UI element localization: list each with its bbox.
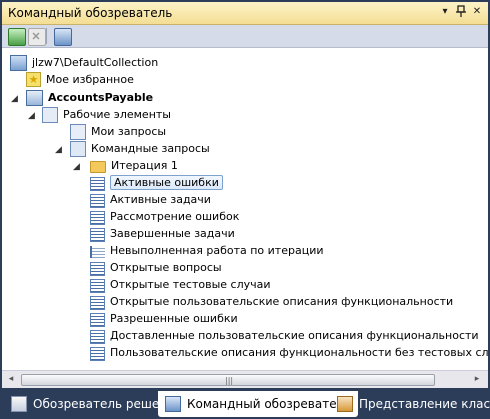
tree-node-query[interactable]: Открытые тестовые случаи xyxy=(90,276,271,293)
query-icon xyxy=(90,278,105,293)
class-view-icon xyxy=(337,396,353,412)
tree-node-query[interactable]: Рассмотрение ошибок xyxy=(90,208,239,225)
collapse-arrow-icon[interactable]: ◢ xyxy=(27,112,36,121)
tree-node-label: Невыполненная работа по итерации xyxy=(110,244,324,257)
tree-node-label: Итерация 1 xyxy=(111,159,178,172)
team-explorer-icon xyxy=(165,396,181,412)
server-icon xyxy=(10,54,27,71)
stop-icon[interactable] xyxy=(28,28,46,46)
collapse-arrow-icon[interactable]: ◢ xyxy=(54,146,63,155)
tree-node-query[interactable]: Активные ошибки xyxy=(90,174,223,191)
horizontal-scrollbar[interactable]: ◂ ||| ▸ xyxy=(2,370,488,388)
tree-node-team-queries[interactable]: Командные запросы xyxy=(70,140,210,157)
tree-node-label: Разрешенные ошибки xyxy=(110,312,238,325)
work-items-icon xyxy=(42,106,58,123)
tab-class-view[interactable]: Представление классов xyxy=(330,391,490,417)
scroll-left-arrow-icon[interactable]: ◂ xyxy=(6,374,16,384)
tree-node-my-queries[interactable]: Мои запросы xyxy=(70,123,166,140)
auto-hide-pin-icon[interactable] xyxy=(454,5,468,19)
tree-node-label: Доставленные пользовательские описания ф… xyxy=(110,329,479,342)
query-icon xyxy=(90,295,105,310)
tree-node-query[interactable]: Открытые вопросы xyxy=(90,259,222,276)
favorites-star-icon: ★ xyxy=(26,72,41,87)
query-icon xyxy=(90,210,105,225)
tree-node-label: AccountsPayable xyxy=(48,91,154,104)
scrollbar-grip-icon: ||| xyxy=(225,376,234,385)
scroll-right-arrow-icon[interactable]: ▸ xyxy=(472,374,482,384)
tree-node-iteration-folder[interactable]: Итерация 1 xyxy=(90,157,178,174)
tree-node-project[interactable]: AccountsPayable xyxy=(26,89,153,106)
close-icon[interactable]: ✕ xyxy=(470,5,484,19)
tree-node-label: Мое избранное xyxy=(46,73,134,86)
tree-node-work-items[interactable]: Рабочие элементы xyxy=(42,106,171,123)
tree-node-label: Мои запросы xyxy=(91,125,167,138)
tree-node-favorites[interactable]: ★ Мое избранное xyxy=(26,71,134,88)
tree-node-label: Командные запросы xyxy=(91,142,210,155)
query-icon xyxy=(90,227,105,242)
collapse-arrow-icon[interactable]: ◢ xyxy=(10,95,19,104)
tree-query-icon xyxy=(90,245,105,258)
query-icon xyxy=(90,346,105,361)
bottom-tab-strip: Обозреватель решений Командный обозреват… xyxy=(0,389,490,419)
query-icon xyxy=(90,261,105,276)
tab-label: Командный обозреватель xyxy=(187,397,352,411)
refresh-icon[interactable] xyxy=(8,28,26,46)
team-explorer-tree: jlzw7\DefaultCollection ★ Мое избранное … xyxy=(2,48,488,370)
scrollbar-thumb[interactable]: ||| xyxy=(21,374,435,386)
tab-team-explorer[interactable]: Командный обозреватель xyxy=(158,391,359,417)
window-title: Командный обозреватель xyxy=(8,6,173,20)
window-position-dropdown-icon[interactable]: ▾ xyxy=(438,5,452,19)
tree-node-query[interactable]: Доставленные пользовательские описания ф… xyxy=(90,327,479,344)
tree-node-label: jlzw7\DefaultCollection xyxy=(32,56,159,69)
tab-label: Представление классов xyxy=(359,397,490,411)
tree-node-label: Завершенные задачи xyxy=(110,227,235,240)
tree-node-label: Активные задачи xyxy=(110,193,211,206)
connect-to-team-project-icon[interactable] xyxy=(54,28,72,46)
toolbar-separator xyxy=(46,28,47,44)
tree-node-label: Рассмотрение ошибок xyxy=(110,210,240,223)
query-icon xyxy=(90,193,105,208)
tree-node-query[interactable]: Разрешенные ошибки xyxy=(90,310,238,327)
tree-node-label: Открытые тестовые случаи xyxy=(110,278,271,291)
query-icon xyxy=(90,312,105,327)
tree-node-query[interactable]: Пользовательские описания функциональнос… xyxy=(90,344,488,361)
toolbar xyxy=(2,25,488,48)
team-explorer-window: Командный обозреватель ▾ ✕ jlzw7\Default… xyxy=(0,0,490,419)
tree-node-query[interactable]: Невыполненная работа по итерации xyxy=(90,242,324,259)
team-queries-icon xyxy=(70,140,86,157)
tree-node-server[interactable]: jlzw7\DefaultCollection xyxy=(10,54,158,71)
tree-node-label-selected: Активные ошибки xyxy=(110,175,223,190)
solution-explorer-icon xyxy=(11,396,27,412)
tree-node-label: Открытые пользовательские описания функц… xyxy=(110,295,454,308)
title-bar: Командный обозреватель ▾ ✕ xyxy=(2,2,488,25)
my-queries-icon xyxy=(70,123,86,140)
tree-node-label: Рабочие элементы xyxy=(63,108,171,121)
tree-node-query[interactable]: Открытые пользовательские описания функц… xyxy=(90,293,453,310)
team-project-icon xyxy=(26,89,43,106)
folder-icon xyxy=(90,161,106,173)
collapse-arrow-icon[interactable]: ◢ xyxy=(72,163,81,172)
tree-node-query[interactable]: Активные задачи xyxy=(90,191,211,208)
tree-node-query[interactable]: Завершенные задачи xyxy=(90,225,235,242)
query-icon xyxy=(90,176,105,191)
tree-node-label: Открытые вопросы xyxy=(110,261,222,274)
tree-node-label: Пользовательские описания функциональнос… xyxy=(110,346,488,359)
query-icon xyxy=(90,329,105,344)
